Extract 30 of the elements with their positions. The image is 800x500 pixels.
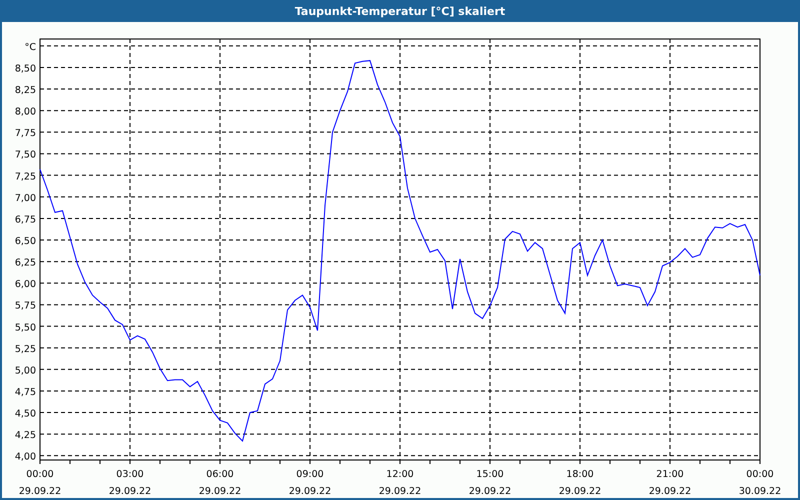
window-title: Taupunkt-Temperatur [°C] skaliert — [294, 4, 506, 18]
x-tick-label: 09:00 29.09.22 — [288, 469, 332, 497]
y-tick-label: 5,75 — [14, 300, 36, 312]
y-tick-label: 4,25 — [14, 430, 36, 442]
y-tick-label: 7,75 — [14, 128, 36, 140]
y-tick-label: 7,50 — [14, 150, 36, 161]
y-tick-label: 6,25 — [14, 258, 36, 269]
y-tick-label: 6,50 — [14, 236, 36, 247]
y-tick-label: 5,50 — [14, 322, 36, 334]
y-tick-label: 5,25 — [14, 344, 36, 355]
y-tick-label: °C — [24, 42, 36, 53]
x-tick-label: 21:00 29.09.22 — [648, 469, 692, 497]
y-tick-label: 6,75 — [14, 214, 36, 226]
x-tick-label: 00:00 29.09.22 — [18, 469, 62, 497]
x-tick-label: 06:00 29.09.22 — [198, 469, 242, 497]
y-tick-label: 4,00 — [14, 452, 36, 463]
x-tick-label: 12:00 29.09.22 — [378, 469, 422, 497]
y-tick-label: 4,50 — [14, 408, 36, 420]
y-tick-label: 6,00 — [14, 279, 36, 290]
y-tick-label: 5,00 — [14, 365, 36, 376]
y-tick-label: 7,00 — [14, 192, 36, 204]
x-tick-label: 15:00 29.09.22 — [468, 469, 512, 497]
y-tick-label: 8,50 — [14, 63, 36, 74]
y-tick-label: 8,00 — [14, 106, 36, 118]
x-tick-label: 00:00 30.09.22 — [738, 469, 782, 497]
y-tick-label: 4,75 — [14, 386, 36, 398]
x-tick-label: 03:00 29.09.22 — [108, 469, 152, 497]
y-tick-label: 7,25 — [14, 171, 36, 182]
x-tick-label: 18:00 29.09.22 — [558, 469, 602, 497]
y-tick-label: 8,25 — [14, 85, 36, 96]
